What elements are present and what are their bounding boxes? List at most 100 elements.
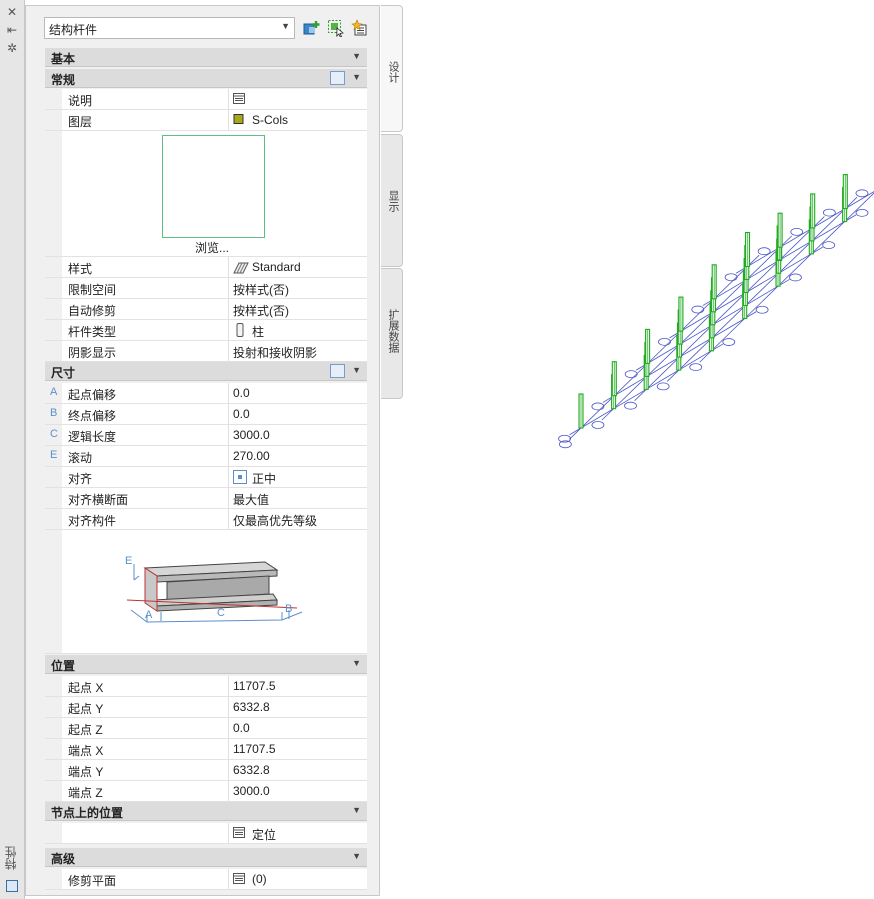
property-row-end-z[interactable]: 端点 Z 3000.0 [45, 781, 367, 802]
property-row-end-y[interactable]: 端点 Y 6332.8 [45, 760, 367, 781]
chevron-down-icon[interactable]: ▼ [352, 365, 361, 375]
grid-bubble [724, 273, 738, 282]
object-type-select[interactable]: 结构杆件 ▼ [44, 17, 295, 39]
auto-hide-icon[interactable]: ⇤ [4, 23, 20, 37]
property-row-start-z[interactable]: 起点 Z 0.0 [45, 718, 367, 739]
diagram-label-c: C [217, 607, 225, 619]
auto-trim-value: 按样式(否) [233, 304, 289, 318]
chevron-down-icon[interactable]: ▼ [352, 851, 361, 861]
chevron-down-icon[interactable]: ▼ [352, 72, 361, 82]
property-row-style[interactable]: 样式 Standard [45, 257, 367, 278]
diagram-label-a: A [145, 609, 153, 621]
justify-component-value: 仅最高优先等级 [233, 514, 318, 528]
property-row-layer[interactable]: 图层 S-Cols [45, 110, 367, 131]
grid-bubble [757, 247, 771, 256]
quick-select-icon[interactable] [327, 19, 345, 37]
settings-icon[interactable]: ✲ [4, 41, 20, 55]
section-basic[interactable]: 基本 ▼ [45, 48, 367, 67]
tab-design-label: 设计 [387, 61, 399, 83]
roll-value[interactable]: 270.00 [233, 449, 270, 463]
style-thumbnail[interactable] [162, 135, 265, 238]
start-y-label: 起点 Y [68, 702, 104, 716]
chevron-down-icon[interactable]: ▼ [352, 51, 361, 61]
end-y-label: 端点 Y [68, 765, 104, 779]
properties-icon[interactable] [6, 880, 18, 892]
tab-design[interactable]: 设计 [381, 5, 403, 132]
property-row-start-x[interactable]: 起点 X 11707.5 [45, 676, 367, 697]
worksheet-icon[interactable] [233, 873, 245, 884]
grid-bubble [822, 208, 836, 217]
property-row-end-x[interactable]: 端点 X 11707.5 [45, 739, 367, 760]
grid-bubble [591, 421, 605, 429]
grid-bubble [624, 401, 637, 410]
start-z-value[interactable]: 0.0 [233, 721, 250, 735]
style-preview-block: 浏览... [45, 131, 367, 257]
grid-bubble [591, 402, 605, 411]
property-row-limit-space[interactable]: 限制空间 按样式(否) [45, 278, 367, 299]
grid-bubble [822, 241, 836, 250]
property-row-start-y[interactable]: 起点 Y 6332.8 [45, 697, 367, 718]
justify-value: 正中 [252, 472, 277, 486]
justify-center-icon [233, 470, 247, 484]
grid-bubble [658, 337, 671, 346]
style-label: 样式 [68, 262, 93, 276]
end-offset-value[interactable]: 0.0 [233, 407, 250, 421]
property-row-justify-section[interactable]: 对齐横断面 最大值 [45, 488, 367, 509]
property-row-member-type[interactable]: 杆件类型 柱 [45, 320, 367, 341]
property-row-roll[interactable]: E 滚动 270.00 [45, 446, 367, 467]
browse-link[interactable]: 浏览... [195, 239, 229, 256]
worksheet-icon[interactable] [233, 827, 245, 838]
grid-bubble [789, 273, 802, 282]
close-icon[interactable]: ✕ [4, 5, 20, 19]
worksheet-icon[interactable] [233, 93, 245, 104]
toggle-pickadd-icon[interactable] [351, 19, 369, 37]
property-row-justify-component[interactable]: 对齐构件 仅最高优先等级 [45, 509, 367, 530]
chevron-down-icon[interactable]: ▼ [352, 658, 361, 668]
property-row-start-offset[interactable]: A 起点偏移 0.0 [45, 383, 367, 404]
section-location[interactable]: 位置 ▼ [45, 655, 367, 674]
property-row-shadow[interactable]: 阴影显示 投射和接收阴影 [45, 341, 367, 362]
property-row-description[interactable]: 说明 [45, 89, 367, 110]
end-x-value[interactable]: 11707.5 [233, 742, 276, 756]
start-y-value[interactable]: 6332.8 [233, 700, 270, 714]
grid-bubble [790, 227, 804, 236]
grid-bubble [755, 305, 769, 314]
logical-length-value[interactable]: 3000.0 [233, 428, 270, 442]
chevron-down-icon: ▼ [281, 21, 290, 31]
end-z-value[interactable]: 3000.0 [233, 784, 270, 798]
chevron-down-icon[interactable]: ▼ [352, 805, 361, 815]
start-x-value[interactable]: 11707.5 [233, 679, 276, 693]
section-general-label: 常规 [51, 73, 76, 87]
start-offset-label: 起点偏移 [68, 388, 117, 402]
section-basic-label: 基本 [51, 52, 76, 66]
property-row-trim-planes[interactable]: 修剪平面 (0) [45, 869, 367, 890]
column-icon [236, 323, 244, 337]
grid-bubble [691, 305, 705, 314]
section-advanced[interactable]: 高级 ▼ [45, 848, 367, 867]
grid-bubble [656, 382, 670, 391]
property-row-logical-length[interactable]: C 逻辑长度 3000.0 [45, 425, 367, 446]
start-offset-value[interactable]: 0.0 [233, 386, 250, 400]
dimension-marker-a: A [50, 386, 58, 398]
quick-edit-icon[interactable] [330, 364, 345, 378]
end-y-value[interactable]: 6332.8 [233, 763, 270, 777]
section-node-location[interactable]: 节点上的位置 ▼ [45, 802, 367, 821]
property-row-node-location[interactable]: 定位 [45, 823, 367, 844]
property-row-justify[interactable]: 对齐 正中 [45, 467, 367, 488]
shadow-label: 阴影显示 [68, 346, 117, 360]
layer-value: S-Cols [252, 113, 289, 127]
grid-bubble [624, 370, 638, 379]
grid-bubble [855, 189, 869, 198]
property-row-auto-trim[interactable]: 自动修剪 按样式(否) [45, 299, 367, 320]
property-row-end-offset[interactable]: B 终点偏移 0.0 [45, 404, 367, 425]
grid-line [601, 235, 793, 421]
logical-length-label: 逻辑长度 [68, 430, 117, 444]
end-x-label: 端点 X [68, 744, 104, 758]
end-offset-label: 终点偏移 [68, 409, 117, 423]
grid-bubble [722, 338, 736, 346]
section-general[interactable]: 常规 ▼ [45, 69, 367, 88]
model-space-drawing[interactable] [400, 140, 874, 460]
add-selection-icon[interactable] [303, 19, 321, 37]
section-dimensions[interactable]: 尺寸 ▼ [45, 362, 367, 381]
quick-edit-icon[interactable] [330, 71, 345, 85]
